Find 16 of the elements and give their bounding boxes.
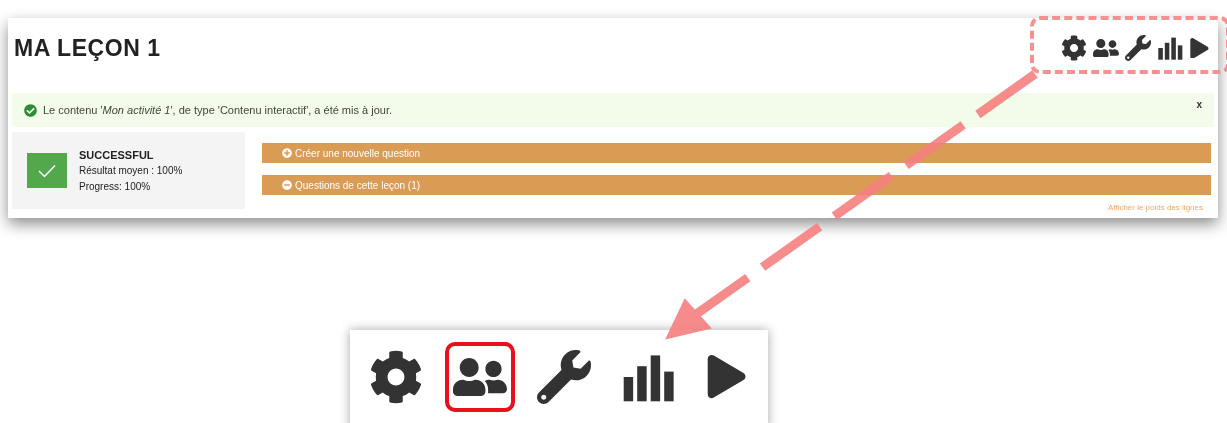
- status-line: Progress: 100%: [79, 179, 152, 194]
- play-icon[interactable]: [1189, 37, 1210, 59]
- accordion-button[interactable]: Questions de cette leçon (1): [262, 175, 1211, 195]
- weights-link[interactable]: Afficher le poids des lignes: [1107, 202, 1203, 214]
- alert-message: Le contenu 'Mon activité 1', de type 'Contenu interactif', a été mis à jour.: [43, 102, 392, 118]
- accordion-button[interactable]: Créer une nouvelle question: [262, 143, 1211, 163]
- close-button[interactable]: x: [1196, 97, 1202, 112]
- wrench-icon[interactable]: [537, 350, 592, 404]
- bar-chart-icon[interactable]: [1157, 35, 1184, 61]
- settings-icon[interactable]: [369, 350, 424, 404]
- wrench-icon[interactable]: [1125, 35, 1152, 61]
- status-heading: SUCCESSFUL: [79, 147, 155, 163]
- status-line: Résultat moyen : 100%: [79, 163, 183, 178]
- settings-icon[interactable]: [1061, 35, 1088, 61]
- checkmark-icon: [38, 163, 56, 178]
- page-title: MA LEÇON 1: [14, 33, 161, 63]
